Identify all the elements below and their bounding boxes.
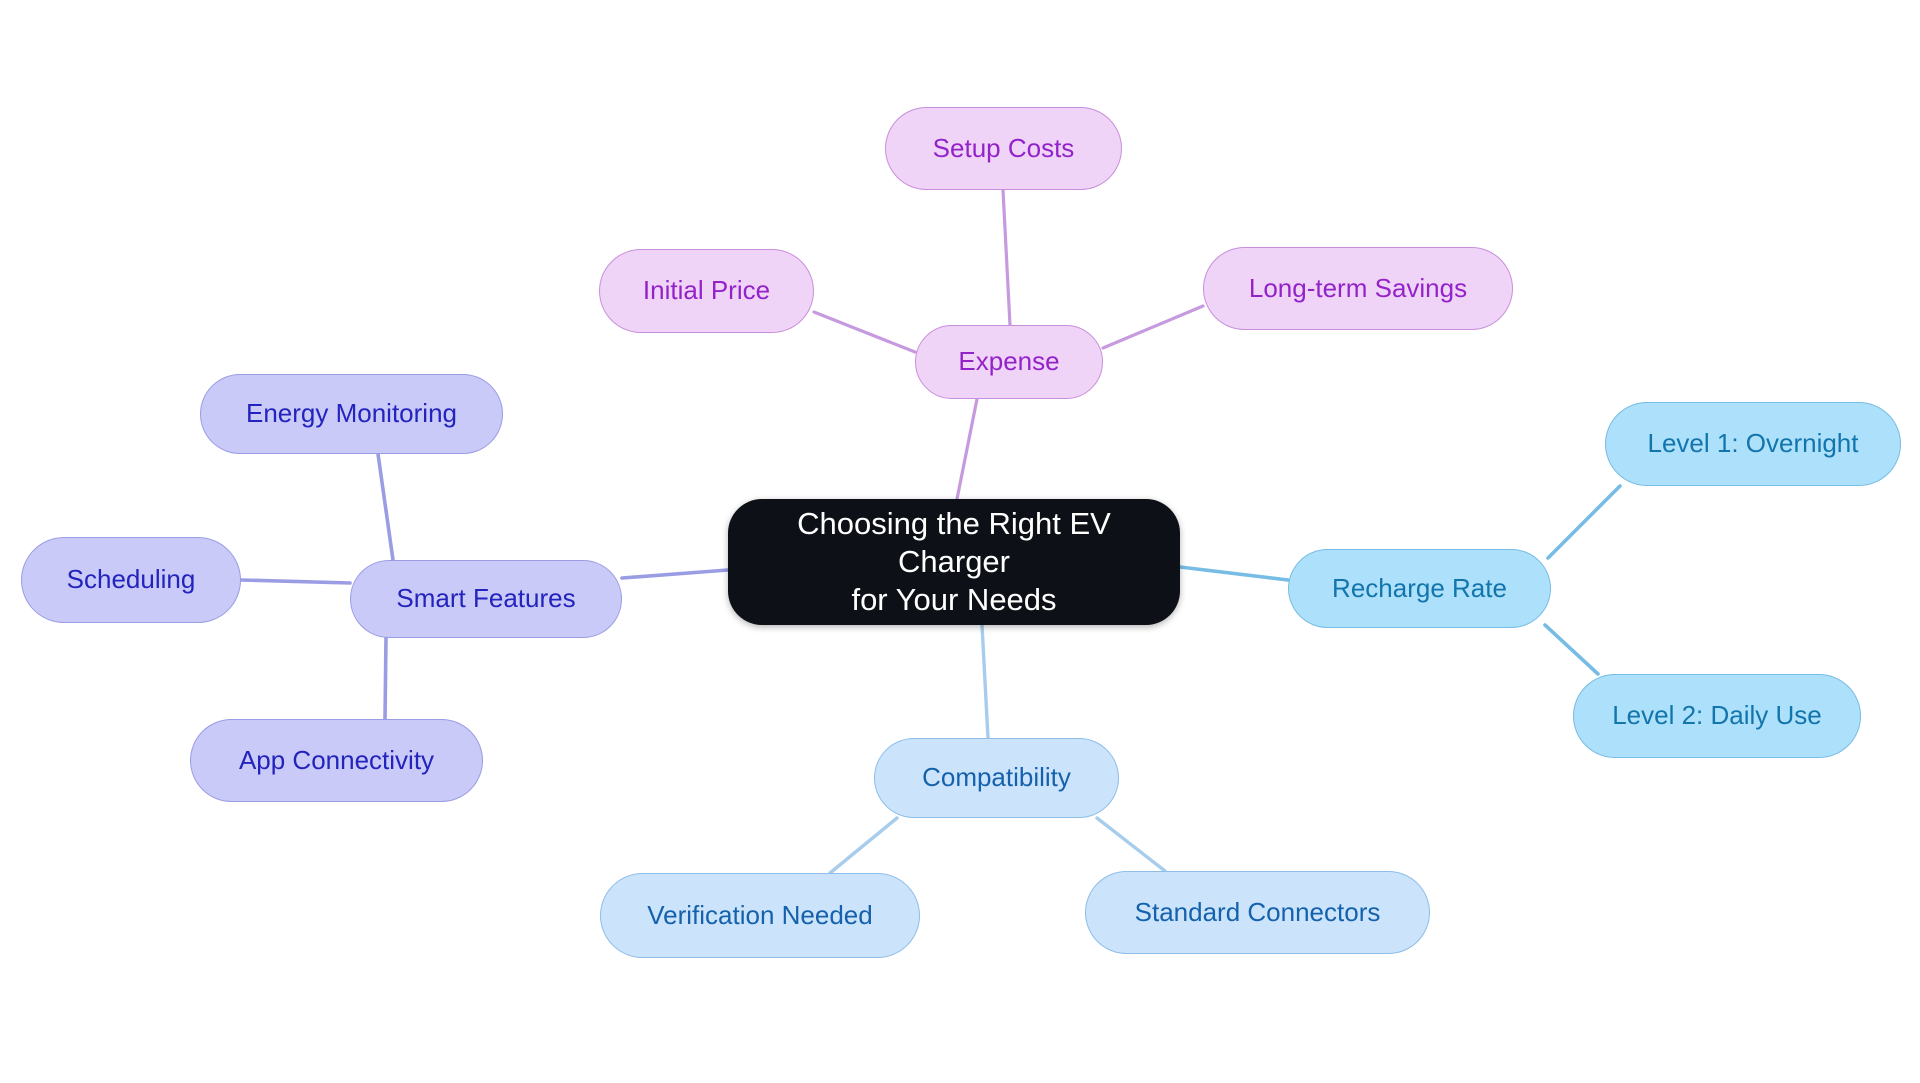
edge-expense-to-setup-costs	[1001, 188, 1012, 327]
branch-node-smart-features[interactable]: Smart Features	[350, 560, 622, 638]
leaf-node-scheduling[interactable]: Scheduling	[21, 537, 241, 623]
leaf-label-verification-needed: Verification Needed	[647, 899, 873, 930]
leaf-label-standard-connectors: Standard Connectors	[1134, 896, 1381, 927]
edge-recharge-to-level-1	[1546, 484, 1622, 560]
leaf-node-level-1-overnight[interactable]: Level 1: Overnight	[1605, 402, 1901, 486]
edge-smart-to-energy-monitoring	[376, 452, 395, 562]
branch-node-recharge-rate[interactable]: Recharge Rate	[1288, 549, 1551, 628]
branch-label-expense: Expense	[958, 346, 1060, 377]
branch-node-compatibility[interactable]: Compatibility	[874, 738, 1119, 818]
branch-node-expense[interactable]: Expense	[915, 325, 1103, 399]
edge-smart-to-app-connectivity	[383, 636, 388, 721]
edge-root-to-compatibility	[980, 623, 990, 740]
leaf-node-energy-monitoring[interactable]: Energy Monitoring	[200, 374, 503, 454]
branch-label-smart-features: Smart Features	[396, 583, 576, 614]
leaf-label-setup-costs: Setup Costs	[932, 132, 1075, 163]
edge-root-to-expense	[955, 397, 979, 501]
edge-expense-to-initial-price	[812, 310, 917, 354]
leaf-label-level-2-daily-use: Level 2: Daily Use	[1612, 700, 1822, 731]
leaf-node-standard-connectors[interactable]: Standard Connectors	[1085, 871, 1430, 954]
leaf-label-long-term-savings: Long-term Savings	[1248, 272, 1468, 303]
branch-label-compatibility: Compatibility	[922, 762, 1071, 793]
leaf-label-app-connectivity: App Connectivity	[238, 744, 435, 775]
leaf-node-verification-needed[interactable]: Verification Needed	[600, 873, 920, 958]
leaf-node-level-2-daily-use[interactable]: Level 2: Daily Use	[1573, 674, 1861, 758]
edge-recharge-to-level-2	[1543, 623, 1600, 676]
leaf-label-initial-price: Initial Price	[642, 275, 771, 306]
leaf-node-long-term-savings[interactable]: Long-term Savings	[1203, 247, 1513, 330]
leaf-label-scheduling: Scheduling	[66, 564, 196, 595]
branch-label-recharge-rate: Recharge Rate	[1332, 572, 1507, 603]
root-node[interactable]: Choosing the Right EV Charger for Your N…	[728, 499, 1180, 625]
root-node-label-line-1: Choosing the Right EV Charger	[797, 506, 1111, 580]
edge-expense-to-long-term-savings	[1101, 304, 1205, 350]
edge-smart-to-scheduling	[239, 578, 352, 585]
leaf-node-setup-costs[interactable]: Setup Costs	[885, 107, 1122, 190]
leaf-label-level-1-overnight: Level 1: Overnight	[1647, 428, 1859, 459]
edge-root-to-recharge-rate	[1178, 565, 1290, 582]
edge-compat-to-standard-connectors	[1095, 816, 1167, 873]
root-node-label-line-2: for Your Needs	[851, 581, 1057, 617]
leaf-label-energy-monitoring: Energy Monitoring	[246, 398, 457, 429]
leaf-node-initial-price[interactable]: Initial Price	[599, 249, 814, 333]
edge-root-to-smart-features	[620, 568, 730, 580]
edge-compat-to-verification-needed	[828, 816, 899, 875]
leaf-node-app-connectivity[interactable]: App Connectivity	[190, 719, 483, 802]
mindmap-canvas: Choosing the Right EV Charger for Your N…	[0, 0, 1920, 1083]
